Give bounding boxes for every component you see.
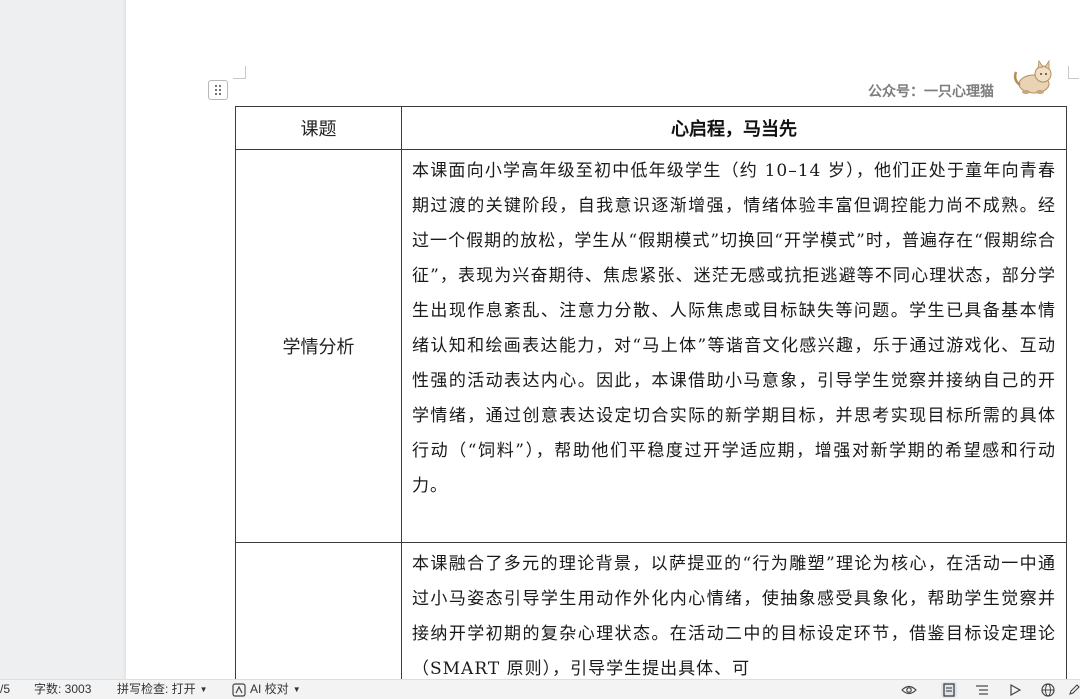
table-cell-topic-label[interactable]: 课题 [235,106,402,150]
spell-check-toggle[interactable]: 拼写检查: 打开 ▼ [117,680,208,699]
lesson-plan-table: 课题 心启程，马当先 学情分析 本课面向小学高年级至初中低年级学生（约 10–1… [235,106,1067,690]
outline-view-button[interactable] [974,682,990,698]
table-cell-theory-label[interactable] [235,542,402,690]
globe-icon [1041,683,1055,697]
spell-check-label: 拼写检查: 打开 [117,682,196,696]
table-cell-topic-value[interactable]: 心启程，马当先 [401,106,1067,150]
page-indicator[interactable]: /5 [0,680,10,699]
table-row: 课题 心启程，马当先 [235,106,1067,150]
table-row: 学情分析 本课面向小学高年级至初中低年级学生（约 10–14 岁），他们正处于童… [235,149,1067,543]
page-header-text: 公众号：一只心理猫 [868,83,994,99]
eye-icon [901,685,917,695]
web-view-button[interactable] [1040,682,1056,698]
status-bar: /5 字数: 3003 拼写检查: 打开 ▼ AI 校对 ▼ [0,679,1080,699]
table-row: 本课融合了多元的理论背景，以萨提亚的“行为雕塑”理论为核心，在活动一中通过小马姿… [235,542,1067,690]
table-cell-theory-text[interactable]: 本课融合了多元的理论背景，以萨提亚的“行为雕塑”理论为核心，在活动一中通过小马姿… [401,542,1067,690]
play-button[interactable] [1007,682,1023,698]
table-cell-analysis-text[interactable]: 本课面向小学高年级至初中低年级学生（约 10–14 岁），他们正处于童年向青春期… [401,149,1067,543]
page-corner-mark-left [233,66,246,79]
play-icon [1010,684,1021,696]
table-move-handle[interactable] [208,80,228,100]
outline-icon [976,685,988,695]
page-view-button[interactable] [941,682,957,698]
chevron-down-icon: ▼ [292,685,301,694]
move-handle-icon [214,84,222,96]
read-mode-button[interactable] [901,682,917,698]
page-corner-mark-right [1068,66,1079,79]
pen-icon [1069,684,1080,695]
ai-proofread-icon [232,682,246,697]
edit-button[interactable] [1068,682,1080,698]
ai-proofread-button[interactable]: AI 校对 ▼ [232,680,301,699]
cat-logo-icon [1013,59,1052,94]
chevron-down-icon: ▼ [199,685,208,694]
ai-proofread-label: AI 校对 [250,682,289,696]
page-view-icon [943,683,955,697]
word-count[interactable]: 字数: 3003 [34,680,91,699]
table-cell-analysis-label[interactable]: 学情分析 [235,149,402,543]
